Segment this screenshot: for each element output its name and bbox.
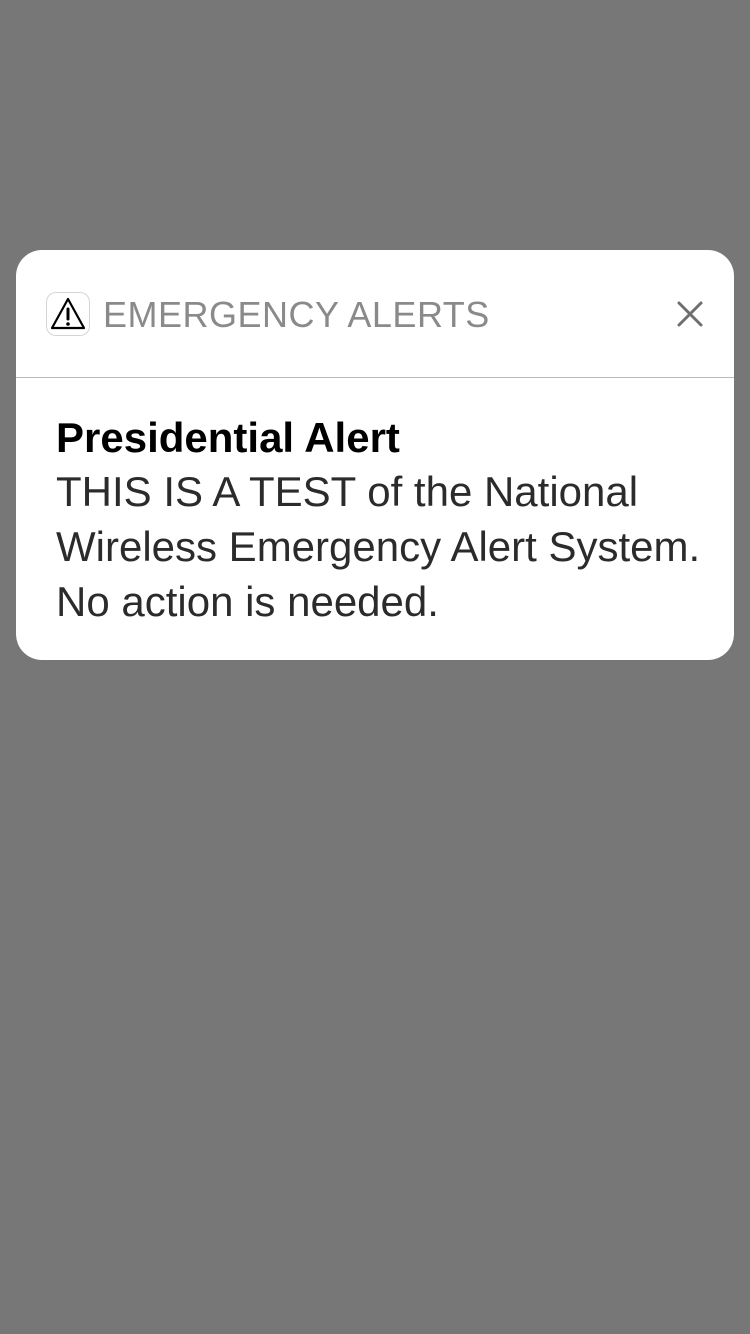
- alert-message: THIS IS A TEST of the National Wireless …: [56, 468, 701, 625]
- close-button[interactable]: [668, 292, 712, 336]
- emergency-alert-notification[interactable]: EMERGENCY ALERTS Presidential Alert THIS…: [16, 250, 734, 660]
- app-name-label: EMERGENCY ALERTS: [103, 294, 490, 335]
- notification-body: Presidential Alert THIS IS A TEST of the…: [56, 412, 706, 629]
- warning-triangle-icon: [47, 293, 89, 335]
- alert-title: Presidential Alert: [56, 414, 400, 461]
- close-icon: [677, 301, 703, 327]
- notification-header: EMERGENCY ALERTS: [16, 250, 734, 378]
